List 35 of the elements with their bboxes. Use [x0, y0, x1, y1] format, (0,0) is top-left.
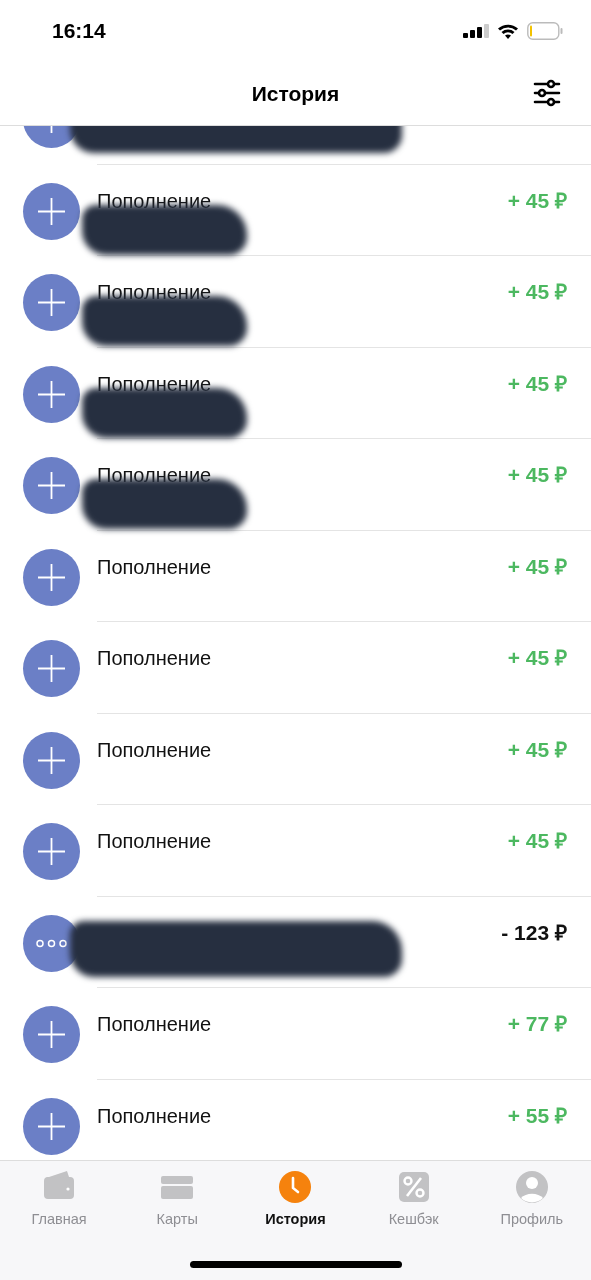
screen-title: История — [251, 80, 340, 107]
tab-bar-item[interactable]: История — [236, 1169, 355, 1231]
filter-button[interactable] — [533, 79, 561, 107]
transaction-title: Пополнение — [97, 188, 212, 214]
transaction-amount: + 45 ₽ — [507, 462, 567, 488]
tab-bar-item[interactable]: Карты — [118, 1169, 237, 1231]
transaction-title: Пополнение — [97, 554, 212, 580]
transaction-title: Пополнение — [97, 646, 212, 671]
transaction-title: Пополнение — [97, 1103, 212, 1129]
transaction-amount: + 45 ₽ — [507, 187, 567, 214]
transaction-title: Пополнение — [97, 280, 212, 305]
signal-icon — [463, 24, 489, 38]
transaction-amount: + 45 ₽ — [507, 645, 567, 671]
person-icon — [513, 1169, 550, 1205]
transaction-title: Пополнение — [97, 463, 212, 488]
transaction-amount: + 77 ₽ — [507, 1011, 567, 1037]
filter-icon — [533, 79, 561, 107]
transaction-amount: + 45 ₽ — [507, 828, 567, 854]
transaction-amount: - 123 ₽ — [501, 919, 567, 946]
wifi-icon — [497, 23, 519, 39]
tab-bar-item[interactable]: Профиль — [472, 1169, 591, 1231]
transaction-title: Пополнение — [97, 829, 212, 854]
clock-time: 16:14 — [52, 18, 106, 45]
transaction-amount: + 45 ₽ — [507, 736, 567, 763]
transaction-amount: + 45 ₽ — [507, 553, 567, 580]
transaction-title: Пополнение — [97, 371, 212, 397]
transaction-title: Пополнение — [97, 1012, 212, 1037]
transaction-amount: + 55 ₽ — [507, 1102, 567, 1129]
tab-bar-item[interactable]: Главная — [0, 1169, 119, 1231]
clock-icon — [277, 1169, 314, 1205]
transaction-amount: + 45 ₽ — [507, 279, 567, 305]
transaction-amount: + 45 ₽ — [507, 370, 567, 397]
tab-bar-item[interactable]: Кешбэк — [354, 1169, 473, 1231]
transaction-title: Пополнение — [97, 737, 212, 763]
battery-icon — [527, 22, 563, 40]
